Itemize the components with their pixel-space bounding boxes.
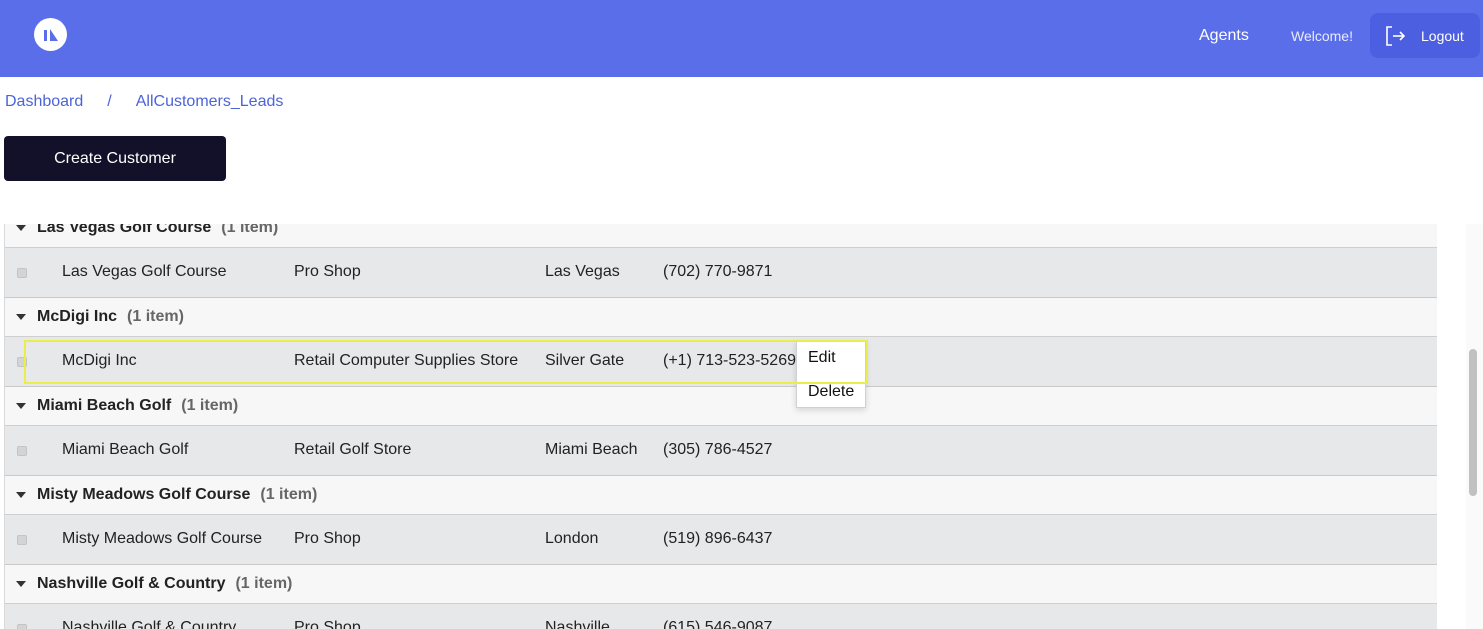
- menu-item-edit[interactable]: Edit: [797, 342, 865, 374]
- group-header[interactable]: McDigi Inc (1 item): [5, 298, 1437, 337]
- cell-city: London: [545, 530, 599, 547]
- row-context-menu: Edit Delete: [796, 341, 866, 408]
- group-header[interactable]: Misty Meadows Golf Course (1 item): [5, 476, 1437, 515]
- breadcrumb-current[interactable]: AllCustomers_Leads: [136, 93, 284, 110]
- group-name: Miami Beach Golf: [37, 397, 172, 414]
- cell-phone: (+1) 713-523-5269: [663, 352, 796, 369]
- table-row[interactable]: McDigi Inc Retail Computer Supplies Stor…: [5, 337, 1437, 387]
- collapse-caret-icon[interactable]: [16, 581, 26, 587]
- table-row[interactable]: Nashville Golf & Country Pro Shop Nashvi…: [5, 604, 1437, 629]
- cell-name: Misty Meadows Golf Course: [62, 530, 263, 547]
- cell-name: Nashville Golf & Country: [62, 619, 237, 629]
- collapse-caret-icon[interactable]: [16, 403, 26, 409]
- create-customer-button[interactable]: Create Customer: [4, 136, 226, 181]
- table-row[interactable]: Misty Meadows Golf Course Pro Shop Londo…: [5, 515, 1437, 565]
- cell-name: McDigi Inc: [62, 352, 137, 369]
- cell-phone: (305) 786-4527: [663, 441, 773, 458]
- row-checkbox[interactable]: [17, 446, 27, 456]
- cell-phone: (702) 770-9871: [663, 263, 773, 280]
- cell-type: Retail Computer Supplies Store: [294, 352, 519, 369]
- collapse-caret-icon[interactable]: [16, 225, 26, 231]
- group-count: (1 item): [260, 486, 318, 503]
- row-checkbox[interactable]: [17, 268, 27, 278]
- row-checkbox[interactable]: [17, 535, 27, 545]
- group-name: Las Vegas Golf Course: [37, 224, 212, 236]
- group-header[interactable]: Miami Beach Golf (1 item): [5, 387, 1437, 426]
- group-count: (1 item): [221, 224, 279, 236]
- cell-phone: (519) 896-6437: [663, 530, 773, 547]
- table-row[interactable]: Las Vegas Golf Course Pro Shop Las Vegas…: [5, 248, 1437, 298]
- grid-scrollbar[interactable]: [1466, 224, 1483, 629]
- cell-city: Las Vegas: [545, 263, 620, 280]
- group-header[interactable]: Las Vegas Golf Course (1 item): [5, 224, 1437, 248]
- row-checkbox[interactable]: [17, 624, 27, 629]
- group-name: Misty Meadows Golf Course: [37, 486, 251, 503]
- logout-icon: [1386, 25, 1406, 46]
- cell-name: Las Vegas Golf Course: [62, 263, 227, 280]
- collapse-caret-icon[interactable]: [16, 492, 26, 498]
- cell-phone: (615) 546-9087: [663, 619, 773, 629]
- breadcrumb: Dashboard / AllCustomers_Leads: [5, 93, 283, 111]
- app-logo-icon[interactable]: [34, 18, 67, 51]
- cell-type: Pro Shop: [294, 263, 361, 280]
- top-navbar: Agents Welcome! Logout: [0, 0, 1483, 77]
- welcome-text: Welcome!: [1291, 28, 1353, 44]
- cell-type: Retail Golf Store: [294, 441, 412, 458]
- cell-name: Miami Beach Golf: [62, 441, 189, 458]
- group-name: Nashville Golf & Country: [37, 575, 226, 592]
- cell-type: Pro Shop: [294, 530, 361, 547]
- logout-button[interactable]: Logout: [1370, 13, 1480, 58]
- group-name: McDigi Inc: [37, 308, 118, 325]
- group-count: (1 item): [235, 575, 293, 592]
- breadcrumb-dashboard[interactable]: Dashboard: [5, 93, 83, 110]
- nav-agents-link[interactable]: Agents: [1199, 27, 1249, 45]
- cell-city: Miami Beach: [545, 441, 638, 458]
- cell-city: Silver Gate: [545, 352, 625, 369]
- collapse-caret-icon[interactable]: [16, 314, 26, 320]
- group-header[interactable]: Nashville Golf & Country (1 item): [5, 565, 1437, 604]
- table-row[interactable]: Miami Beach Golf Retail Golf Store Miami…: [5, 426, 1437, 476]
- cell-city: Nashville: [545, 619, 610, 629]
- group-count: (1 item): [127, 308, 184, 325]
- row-checkbox[interactable]: [17, 357, 27, 367]
- customer-grid: Las Vegas Golf Course (1 item) Las Vegas…: [4, 224, 1465, 629]
- logout-label: Logout: [1421, 27, 1464, 44]
- breadcrumb-separator: /: [107, 93, 112, 110]
- scrollbar-thumb[interactable]: [1469, 349, 1477, 496]
- group-count: (1 item): [181, 397, 239, 414]
- menu-item-delete[interactable]: Delete: [797, 376, 865, 408]
- cell-type: Pro Shop: [294, 619, 361, 629]
